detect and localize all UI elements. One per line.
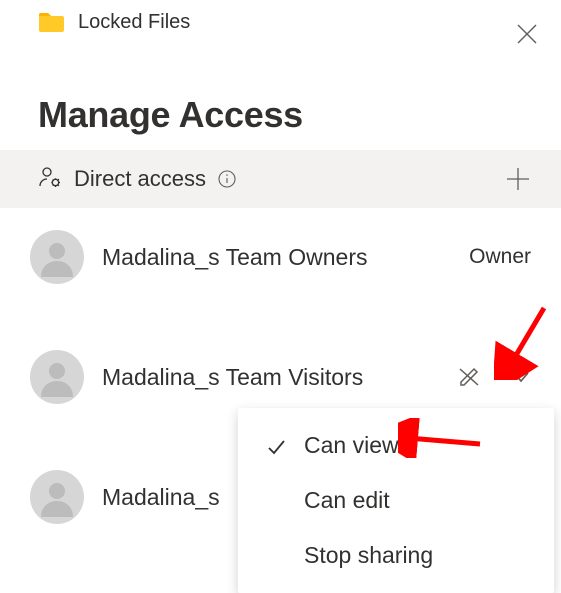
close-icon (516, 23, 538, 45)
page-title: Manage Access (0, 40, 561, 150)
entry-name: Madalina_s Team Visitors (102, 364, 363, 391)
close-button[interactable] (513, 20, 541, 48)
info-icon[interactable] (218, 170, 236, 188)
plus-icon (505, 166, 531, 192)
add-person-button[interactable] (503, 164, 533, 194)
direct-access-section: Direct access (0, 150, 561, 208)
dropdown-item-can-view[interactable]: Can view (238, 418, 554, 473)
person-gear-icon (38, 165, 62, 194)
section-label: Direct access (74, 166, 206, 192)
dropdown-item-label: Can edit (304, 487, 390, 514)
avatar (30, 470, 84, 524)
chevron-down-icon (511, 367, 531, 387)
dropdown-item-label: Stop sharing (304, 542, 433, 569)
role-label: Owner (469, 245, 531, 269)
check-icon (266, 436, 286, 456)
avatar (30, 350, 84, 404)
dropdown-item-label: Can view (304, 432, 399, 459)
permission-dropdown: Can view Can edit Stop sharing (238, 408, 554, 593)
dropdown-item-can-edit[interactable]: Can edit (238, 473, 554, 528)
edit-permission-icon (455, 363, 483, 391)
access-entry: Madalina_s Team Owners Owner (0, 208, 561, 306)
folder-title: Locked Files (78, 11, 190, 34)
folder-icon (38, 12, 64, 32)
dropdown-item-stop-sharing[interactable]: Stop sharing (238, 528, 554, 583)
avatar (30, 230, 84, 284)
permission-dropdown-button[interactable] (511, 367, 531, 387)
entry-name: Madalina_s Team Owners (102, 244, 367, 271)
folder-header: Locked Files (0, 0, 561, 40)
entry-name: Madalina_s (102, 484, 220, 511)
